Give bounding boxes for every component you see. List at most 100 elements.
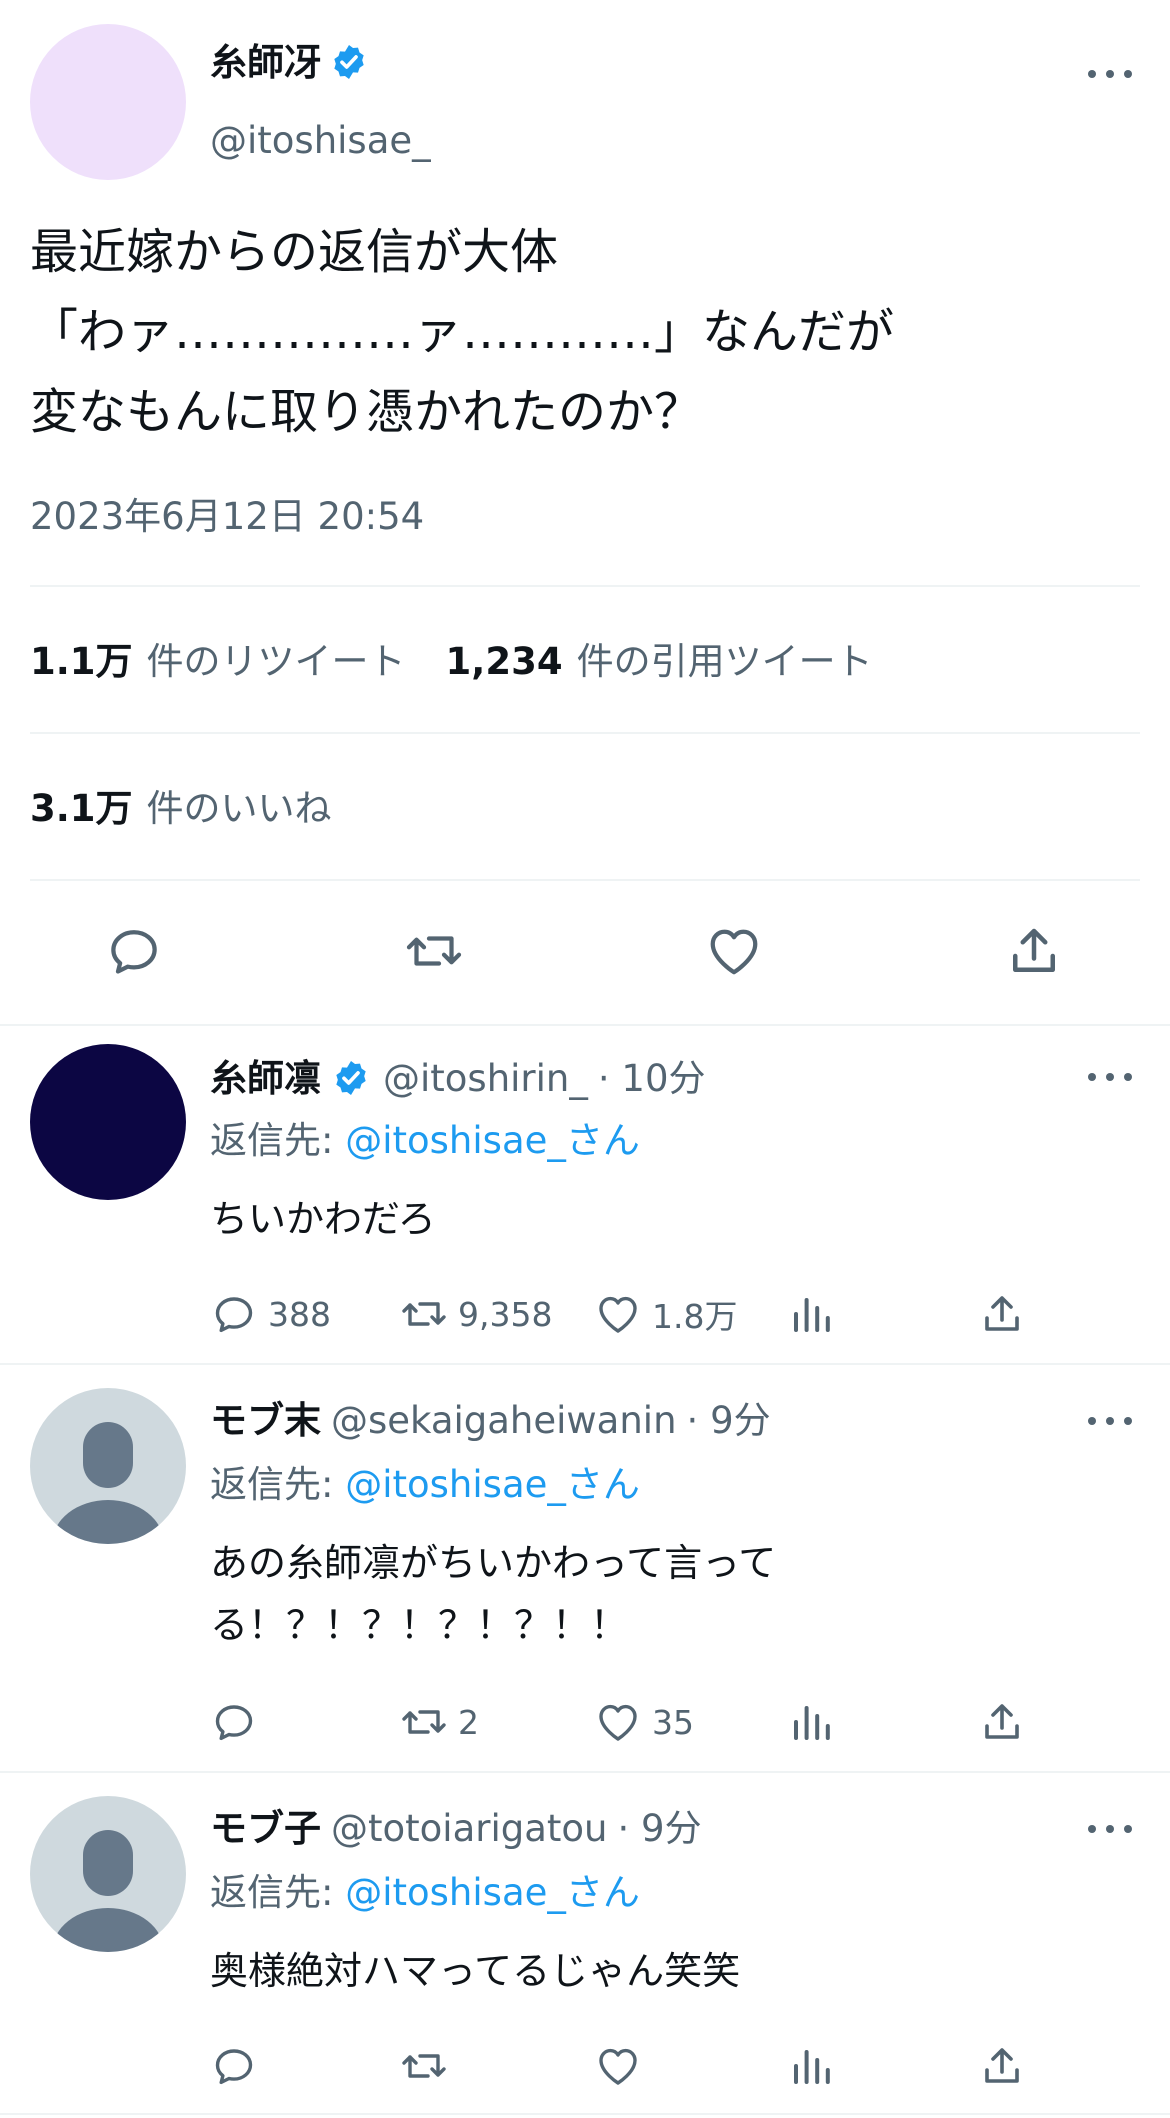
views-bar-chart-icon xyxy=(788,1290,836,1338)
tweet-text-line: 変なもんに取り憑かれたのか？ xyxy=(30,384,703,440)
reply-to: 返信先: @itoshisae_さん xyxy=(210,1466,640,1503)
heart-icon xyxy=(594,2042,642,2090)
reply-button[interactable] xyxy=(210,2040,258,2092)
reply-avatar[interactable] xyxy=(30,1388,186,1544)
reply-to-handle[interactable]: @itoshisae_さん xyxy=(345,1463,640,1506)
reply-to: 返信先: @itoshisae_さん xyxy=(210,1874,640,1911)
reply-to-label: 返信先: xyxy=(210,1463,346,1506)
share-icon xyxy=(978,1698,1026,1746)
reply-author-handle[interactable]: @itoshirin_ xyxy=(383,1060,588,1097)
retweets-count[interactable]: 1.1万 xyxy=(30,643,133,680)
views-button[interactable] xyxy=(788,1696,836,1748)
reply-more-button[interactable] xyxy=(1088,1411,1132,1431)
reply-button[interactable] xyxy=(104,921,164,981)
quotes-count[interactable]: 1,234 xyxy=(446,643,563,680)
reply-button[interactable] xyxy=(210,1696,268,1748)
heart-icon xyxy=(594,1290,642,1338)
more-dot xyxy=(1106,1073,1114,1081)
reply-button[interactable]: 388 xyxy=(210,1288,331,1340)
reply-header: 糸師凛 @itoshirin_ · 10分 xyxy=(210,1058,705,1098)
author-name-row[interactable]: 糸師冴 xyxy=(210,42,369,82)
reply-time[interactable]: · 9分 xyxy=(687,1402,771,1439)
retweet-icon xyxy=(400,1698,448,1746)
reply-to: 返信先: @itoshisae_さん xyxy=(210,1122,640,1159)
likes-count[interactable]: 3.1万 xyxy=(30,790,133,827)
divider xyxy=(0,2113,1170,2115)
divider xyxy=(0,1024,1170,1026)
more-dots-icon xyxy=(1088,1825,1096,1833)
more-dot xyxy=(1124,70,1132,78)
reply-to-label: 返信先: xyxy=(210,1119,346,1162)
share-button[interactable] xyxy=(978,1696,1026,1748)
reply-text-line: あの糸師凛がちいかわって言って xyxy=(210,1541,777,1585)
share-icon xyxy=(1004,921,1064,981)
author-handle[interactable]: @itoshisae_ xyxy=(210,122,431,159)
views-bar-chart-icon xyxy=(788,1698,836,1746)
reply-time[interactable]: · 9分 xyxy=(618,1810,702,1847)
reply-bubble-icon xyxy=(210,1290,258,1338)
share-button[interactable] xyxy=(978,2040,1026,2092)
more-dot xyxy=(1106,1825,1114,1833)
reply-text-line: ちいかわだろ xyxy=(210,1197,436,1241)
author-name[interactable]: 糸師冴 xyxy=(210,44,321,81)
divider xyxy=(0,1363,1170,1365)
divider xyxy=(30,732,1140,734)
views-bar-chart-icon xyxy=(788,2042,836,2090)
views-button[interactable] xyxy=(788,1288,836,1340)
likes-label[interactable]: 件のいいね xyxy=(147,790,332,827)
more-dot xyxy=(1106,70,1114,78)
reply-header: モブ子 @totoiarigatou · 9分 xyxy=(210,1810,702,1847)
like-button[interactable]: 35 xyxy=(594,1696,694,1748)
author-avatar[interactable] xyxy=(30,24,186,180)
more-dots-icon xyxy=(1088,70,1096,78)
reply-bubble-icon xyxy=(210,1698,258,1746)
like-button[interactable]: 1.8万 xyxy=(594,1288,737,1340)
like-count: 1.8万 xyxy=(652,1297,738,1336)
reply-action-bar: 388 9,358 1.8万 xyxy=(210,1288,1110,1340)
retweet-button[interactable]: 2 xyxy=(400,1696,479,1748)
like-button[interactable] xyxy=(594,2040,642,2092)
likes-stats: 3.1万 件のいいね xyxy=(30,790,372,827)
like-count: 35 xyxy=(652,1702,694,1742)
retweet-quote-stats: 1.1万 件のリツイート 1,234 件の引用ツイート xyxy=(30,643,913,680)
retweet-icon xyxy=(400,1290,448,1338)
more-dots-icon xyxy=(1088,1417,1096,1425)
quotes-label[interactable]: 件の引用ツイート xyxy=(577,643,873,680)
divider xyxy=(30,879,1140,881)
reply-avatar[interactable] xyxy=(30,1044,186,1200)
reply-text: あの糸師凛がちいかわって言って る！？！？！？！？！！ xyxy=(210,1532,1110,1656)
retweet-button[interactable] xyxy=(404,921,464,981)
reply-text: ちいかわだろ xyxy=(210,1188,1110,1250)
reply-action-bar: 2 35 xyxy=(210,1696,1110,1748)
reply-text-line: る！？！？！？！？！！ xyxy=(210,1603,629,1647)
more-dot xyxy=(1124,1417,1132,1425)
reply-to-handle[interactable]: @itoshisae_さん xyxy=(345,1871,640,1914)
reply-author-handle[interactable]: @sekaigaheiwanin xyxy=(331,1402,677,1439)
more-options-button[interactable] xyxy=(1088,64,1132,84)
heart-icon xyxy=(704,921,764,981)
reply-avatar[interactable] xyxy=(30,1796,186,1952)
more-dot xyxy=(1124,1073,1132,1081)
reply-text-line: 奥様絶対ハマってるじゃん笑笑 xyxy=(210,1949,741,1993)
reply-to-handle[interactable]: @itoshisae_さん xyxy=(345,1119,640,1162)
retweet-button[interactable]: 9,358 xyxy=(400,1288,552,1340)
more-dots-icon xyxy=(1088,1073,1096,1081)
share-icon xyxy=(978,1290,1026,1338)
reply-time[interactable]: · 10分 xyxy=(598,1060,706,1097)
reply-more-button[interactable] xyxy=(1088,1067,1132,1087)
reply-author-name[interactable]: モブ末 xyxy=(210,1402,321,1439)
reply-count: 388 xyxy=(268,1294,331,1334)
views-button[interactable] xyxy=(788,2040,836,2092)
reply-author-name[interactable]: モブ子 xyxy=(210,1810,321,1847)
reply-more-button[interactable] xyxy=(1088,1819,1132,1839)
retweets-label[interactable]: 件のリツイート xyxy=(147,643,406,680)
retweet-icon xyxy=(400,2042,448,2090)
more-dot xyxy=(1124,1825,1132,1833)
share-button[interactable] xyxy=(978,1288,1026,1340)
share-button[interactable] xyxy=(1004,921,1064,981)
tweet-timestamp[interactable]: 2023年6月12日 20:54 xyxy=(30,498,424,535)
like-button[interactable] xyxy=(704,921,764,981)
reply-author-name[interactable]: 糸師凛 xyxy=(210,1060,321,1097)
retweet-button[interactable] xyxy=(400,2040,448,2092)
reply-author-handle[interactable]: @totoiarigatou xyxy=(331,1810,608,1847)
